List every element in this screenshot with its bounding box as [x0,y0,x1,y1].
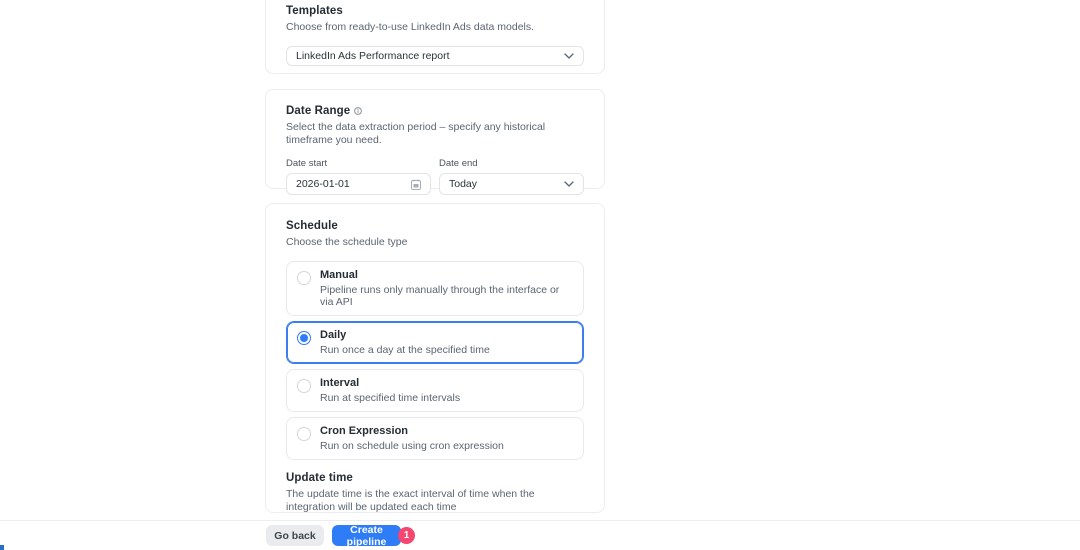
update-time-title: Update time [286,472,353,485]
update-time-description: The update time is the exact interval of… [286,488,535,514]
info-icon[interactable] [354,107,363,115]
template-select[interactable]: LinkedIn Ads Performance report [286,46,584,67]
templates-title: Templates [286,5,343,17]
option-label: Interval [320,377,360,390]
chevron-down-icon [564,181,574,187]
date-end-value: Today [449,178,478,191]
templates-card: Templates Choose from ready-to-use Linke… [265,0,605,74]
date-range-description: Select the data extraction period – spec… [286,121,546,147]
chevron-down-icon [564,53,574,59]
radio-icon[interactable] [297,379,311,394]
date-end-select[interactable]: Today [439,173,584,196]
footer-bar [0,520,1080,550]
pipeline-setup-page: Templates Choose from ready-to-use Linke… [0,0,1080,550]
option-description: Run once a day at the specified time [320,344,490,357]
cut-off-widget [0,545,4,550]
date-start-value: 2026-01-01 [296,178,350,191]
schedule-option-interval[interactable]: Interval Run at specified time intervals [286,369,584,413]
option-label: Cron Expression [320,425,409,438]
radio-icon[interactable] [297,271,311,286]
option-label: Manual [320,269,358,282]
date-start-field: Date start 2026-01-01 [286,158,431,196]
schedule-options: Manual Pipeline runs only manually throug… [286,261,584,461]
date-start-label: Date start [286,158,328,170]
radio-icon[interactable] [297,427,311,442]
option-label: Daily [320,329,347,342]
schedule-option-daily[interactable]: Daily Run once a day at the specified tim… [286,321,584,365]
create-pipeline-button[interactable]: Create pipeline [332,524,401,548]
schedule-option-manual[interactable]: Manual Pipeline runs only manually throug… [286,261,584,317]
schedule-title: Schedule [286,220,338,232]
date-range-card: Date Range Select the data extraction pe… [265,89,605,196]
notification-badge: 1 [398,527,415,544]
schedule-option-cron-expression[interactable]: Cron Expression Run on schedule using cro… [286,417,584,461]
date-end-field: Date end Today [439,158,584,196]
go-back-button[interactable]: Go back [266,525,324,546]
schedule-card: Schedule Choose the schedule type Manual… [265,203,605,544]
option-description: Run at specified time intervals [320,392,461,405]
template-select-value: LinkedIn Ads Performance report [296,50,450,63]
calendar-icon[interactable] [411,179,421,190]
option-description: Pipeline runs only manually through the … [320,284,560,309]
option-description: Run on schedule using cron expression [320,440,504,453]
schedule-description: Choose the schedule type [286,236,408,248]
radio-selected-icon[interactable] [297,331,311,346]
templates-description: Choose from ready-to-use LinkedIn Ads da… [286,21,535,33]
date-range-title: Date Range [286,105,351,117]
date-start-input[interactable]: 2026-01-01 [286,173,431,196]
date-end-label: Date end [439,158,478,170]
